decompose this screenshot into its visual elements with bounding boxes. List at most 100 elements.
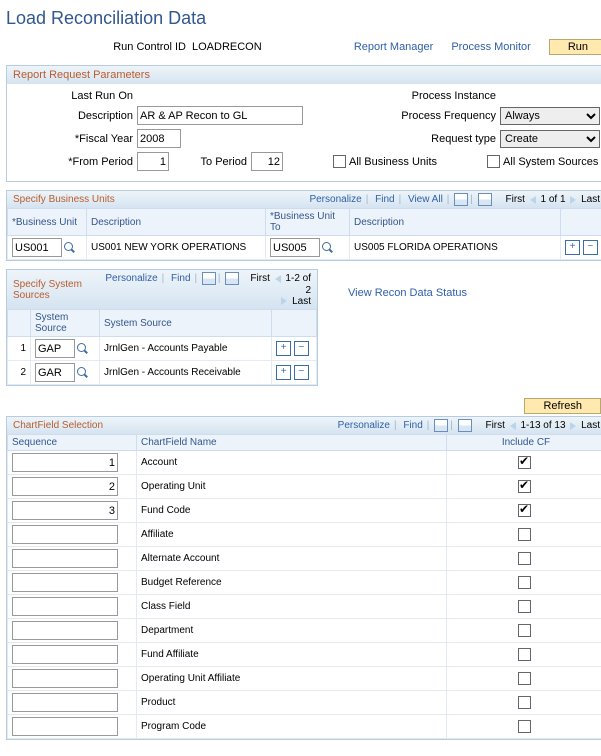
download-icon[interactable]	[225, 272, 239, 285]
cf-find-link[interactable]: Find	[403, 420, 422, 431]
bu-input[interactable]	[12, 238, 62, 257]
add-row-button[interactable]: +	[565, 240, 580, 255]
sequence-input[interactable]	[12, 549, 118, 568]
sequence-input[interactable]	[12, 573, 118, 592]
include-cf-checkbox[interactable]	[518, 480, 531, 493]
include-cf-checkbox[interactable]	[518, 720, 531, 733]
bu-find-link[interactable]: Find	[375, 194, 394, 205]
sys-find-link[interactable]: Find	[171, 273, 190, 284]
all-business-units-checkbox[interactable]	[333, 155, 346, 168]
process-instance-label: Process Instance	[376, 90, 500, 102]
cf-personalize-link[interactable]: Personalize	[338, 420, 390, 431]
include-cf-checkbox[interactable]	[518, 576, 531, 589]
download-icon[interactable]	[458, 419, 472, 432]
include-cf-checkbox[interactable]	[518, 696, 531, 709]
sys-last-link[interactable]: Last	[292, 296, 311, 307]
bu-col-desc: Description	[87, 209, 266, 236]
table-row: Affiliate	[8, 523, 601, 547]
nav-prev-icon[interactable]	[530, 196, 536, 204]
bu-personalize-link[interactable]: Personalize	[309, 194, 361, 205]
row-num: 1	[8, 337, 31, 361]
report-request-parameters-section: Report Request Parameters Last Run On Pr…	[6, 65, 601, 182]
system-source-input[interactable]	[35, 339, 75, 358]
sequence-input[interactable]	[12, 597, 118, 616]
fiscal-year-input[interactable]	[137, 129, 181, 148]
bu-last-link[interactable]: Last	[581, 194, 600, 205]
add-row-button[interactable]: +	[276, 341, 291, 356]
bu-to-input[interactable]	[270, 238, 320, 257]
all-system-sources-checkbox[interactable]	[487, 155, 500, 168]
sequence-input[interactable]	[12, 645, 118, 664]
refresh-button[interactable]: Refresh	[524, 398, 601, 414]
include-cf-checkbox[interactable]	[518, 504, 531, 517]
description-input[interactable]	[137, 106, 303, 125]
process-frequency-select[interactable]: Always	[500, 107, 600, 125]
to-period-input[interactable]	[251, 152, 283, 171]
last-run-on-label: Last Run On	[13, 90, 137, 102]
cf-first-link[interactable]: First	[485, 420, 504, 431]
table-row: Department	[8, 619, 601, 643]
run-control-id-label: Run Control ID	[6, 41, 192, 53]
report-manager-link[interactable]: Report Manager	[354, 41, 434, 53]
lookup-icon[interactable]	[64, 242, 76, 254]
delete-row-button[interactable]: −	[583, 240, 598, 255]
delete-row-button[interactable]: −	[294, 341, 309, 356]
include-cf-checkbox[interactable]	[518, 456, 531, 469]
chartfield-name: Operating Unit Affiliate	[137, 667, 447, 691]
bu-col-descto: Description	[350, 209, 561, 236]
run-button[interactable]: Run	[549, 39, 601, 55]
zoom-icon[interactable]	[202, 272, 216, 285]
zoom-icon[interactable]	[454, 193, 468, 206]
sequence-input[interactable]	[12, 501, 118, 520]
include-cf-checkbox[interactable]	[518, 600, 531, 613]
from-period-input[interactable]	[137, 152, 169, 171]
specify-business-units-title: Specify Business Units	[13, 194, 115, 205]
business-units-grid: *Business Unit Description *Business Uni…	[7, 208, 601, 260]
request-type-select[interactable]: Create	[500, 130, 600, 148]
fiscal-year-label: *Fiscal Year	[13, 133, 137, 145]
bu-first-link[interactable]: First	[505, 194, 524, 205]
sequence-input[interactable]	[12, 477, 118, 496]
include-cf-checkbox[interactable]	[518, 624, 531, 637]
include-cf-checkbox[interactable]	[518, 672, 531, 685]
sequence-input[interactable]	[12, 453, 118, 472]
process-monitor-link[interactable]: Process Monitor	[451, 41, 530, 53]
view-recon-data-status-link[interactable]: View Recon Data Status	[348, 287, 467, 299]
cf-col-inc: Include CF	[447, 435, 601, 451]
cf-last-link[interactable]: Last	[581, 420, 600, 431]
delete-row-button[interactable]: −	[294, 365, 309, 380]
sequence-input[interactable]	[12, 669, 118, 688]
lookup-icon[interactable]	[322, 242, 334, 254]
sequence-input[interactable]	[12, 717, 118, 736]
system-source-input[interactable]	[35, 363, 75, 382]
sys-personalize-link[interactable]: Personalize	[105, 273, 157, 284]
sequence-input[interactable]	[12, 525, 118, 544]
bu-view-all-link[interactable]: View All	[408, 194, 443, 205]
nav-next-icon[interactable]	[281, 297, 287, 305]
nav-next-icon[interactable]	[570, 196, 576, 204]
chartfield-name: Department	[137, 619, 447, 643]
include-cf-checkbox[interactable]	[518, 528, 531, 541]
sys-nav-pos: 1-2 of 2	[285, 273, 311, 296]
lookup-icon[interactable]	[77, 367, 89, 379]
system-source-desc: JrnlGen - Accounts Receivable	[100, 361, 272, 385]
chartfield-selection-section: ChartField Selection Personalize| Find| …	[6, 416, 601, 740]
zoom-icon[interactable]	[434, 419, 448, 432]
include-cf-checkbox[interactable]	[518, 648, 531, 661]
sequence-input[interactable]	[12, 693, 118, 712]
nav-next-icon[interactable]	[570, 422, 576, 430]
all-business-units-label: All Business Units	[349, 156, 437, 168]
system-source-desc: JrnlGen - Accounts Payable	[100, 337, 272, 361]
lookup-icon[interactable]	[77, 343, 89, 355]
all-system-sources-label: All System Sources	[503, 156, 598, 168]
download-icon[interactable]	[478, 193, 492, 206]
include-cf-checkbox[interactable]	[518, 552, 531, 565]
add-row-button[interactable]: +	[276, 365, 291, 380]
system-sources-grid: System Source System Source 1JrnlGen - A…	[7, 309, 317, 385]
sys-first-link[interactable]: First	[250, 273, 269, 284]
sequence-input[interactable]	[12, 621, 118, 640]
nav-prev-icon[interactable]	[510, 422, 516, 430]
nav-prev-icon[interactable]	[275, 275, 281, 283]
specify-system-sources-section: Specify System Sources Personalize| Find…	[6, 269, 318, 386]
chartfield-name: Account	[137, 451, 447, 475]
